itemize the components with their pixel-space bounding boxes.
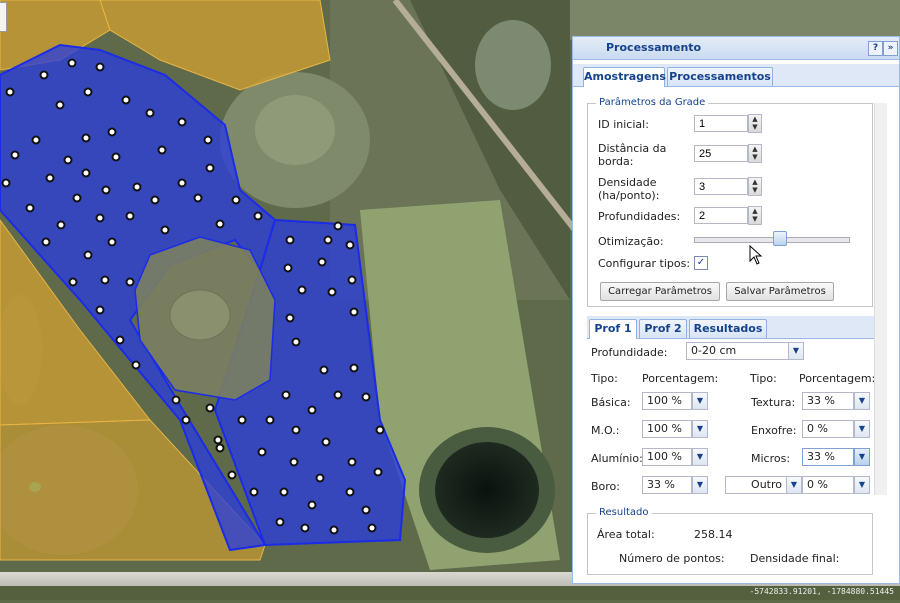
distance-spinner[interactable]: ▲ ▼ [748,144,762,163]
total-area-label: Área total: [597,528,655,541]
row-label-mo: M.O.: [591,424,620,437]
density-input[interactable] [694,178,748,195]
tab-prof-2[interactable]: Prof 2 [639,319,687,338]
chevron-down-icon[interactable]: ▼ [788,342,804,360]
percentage-header-right: Porcentagem: [799,372,876,385]
outro-percentage-select[interactable]: 0 % [802,476,854,494]
row-label-boro: Boro: [591,480,620,493]
type-header-left: Tipo: [591,372,618,385]
clearing [475,20,551,110]
lake [435,442,539,538]
chevron-down-icon[interactable]: ▼ [692,392,708,410]
panel-title: Processamento [606,41,702,54]
chevron-down-icon[interactable]: ▼ [692,476,708,494]
chevron-down-icon[interactable]: ▼ [692,420,708,438]
id-input[interactable] [694,115,748,132]
map-zoom-control[interactable] [0,2,7,32]
total-area-value: 258.14 [694,528,733,541]
chevron-down-icon[interactable]: ▼ [854,420,870,438]
load-parameters-button[interactable]: Carregar Parâmetros [600,282,720,301]
tab-processamentos[interactable]: Processamentos [667,67,773,86]
processing-panel: Processamento ? » Amostragens Processame… [572,36,900,584]
grid-parameters-legend: Parâmetros da Grade [596,97,709,108]
depth-label: Profundidade: [591,346,668,359]
depth-select[interactable]: 0-20 cm [686,342,790,360]
type-header-right: Tipo: [750,372,777,385]
density-spinner[interactable]: ▲ ▼ [748,177,762,196]
chevron-down-icon[interactable]: ▼ [854,476,870,494]
row-label-textura: Textura: [751,396,796,409]
configure-types-label: Configurar tipos: [598,257,691,270]
depths-label: Profundidades: [598,210,681,223]
slider-thumb[interactable] [772,231,787,246]
result-legend: Resultado [596,507,652,518]
result-fieldset: Resultado Área total: 258.14 Número de p… [587,507,873,575]
basica-select[interactable]: 100 % [642,392,692,410]
distance-label-1: Distância da [598,142,667,155]
tab-amostragens[interactable]: Amostragens [583,67,666,87]
points-count-label: Número de pontos: [619,552,725,565]
percentage-header-left: Porcentagem: [642,372,719,385]
boro-select[interactable]: 33 % [642,476,692,494]
optimization-label: Otimização: [598,235,664,248]
textura-select[interactable]: 33 % [802,392,854,410]
chevron-down-icon[interactable]: ▼ [854,448,870,466]
chevron-down-icon[interactable]: ▼ [854,392,870,410]
configure-types-checkbox[interactable]: ✓ [694,256,708,270]
enxofre-select[interactable]: 0 % [802,420,854,438]
collapse-icon[interactable]: » [883,41,898,56]
density-label-2: (ha/ponto): [598,189,660,202]
id-label: ID inicial: [598,118,649,131]
aluminio-select[interactable]: 100 % [642,448,692,466]
tab-resultados[interactable]: Resultados [689,319,767,338]
distance-label-2: borda: [598,155,634,168]
panel-header: Processamento ? » [573,37,899,60]
row-label-basica: Básica: [591,396,631,409]
tab-prof-1[interactable]: Prof 1 [589,319,637,339]
mo-select[interactable]: 100 % [642,420,692,438]
main-tabs: Amostragens Processamentos [573,64,899,87]
row-label-enxofre: Enxofre: [751,424,797,437]
depths-spinner[interactable]: ▲ ▼ [748,206,762,225]
density-label-1: Densidade [598,176,657,189]
chevron-down-icon[interactable]: ▼ [692,448,708,466]
panel-scrollbar[interactable] [874,103,887,495]
outro-select[interactable]: Outro [725,476,787,494]
coordinate-readout: -5742833.91201, -1784880.51445 [749,587,895,596]
row-label-micros: Micros: [751,452,791,465]
depths-input[interactable] [694,207,748,224]
micros-select[interactable]: 33 % [802,448,854,466]
final-density-label: Densidade final: [750,552,840,565]
mouse-pointer-icon [749,245,763,265]
row-label-aluminio: Alumínio: [591,452,643,465]
save-parameters-button[interactable]: Salvar Parâmetros [726,282,834,301]
id-spinner[interactable]: ▲ ▼ [748,114,762,133]
help-icon[interactable]: ? [868,41,883,56]
grid-parameters-fieldset: Parâmetros da Grade ID inicial: ▲▼ Distâ… [587,97,873,307]
depth-tabs: Prof 1 Prof 2 Resultados [587,316,885,339]
distance-input[interactable] [694,145,748,162]
chevron-down-icon[interactable]: ▼ [786,476,802,494]
